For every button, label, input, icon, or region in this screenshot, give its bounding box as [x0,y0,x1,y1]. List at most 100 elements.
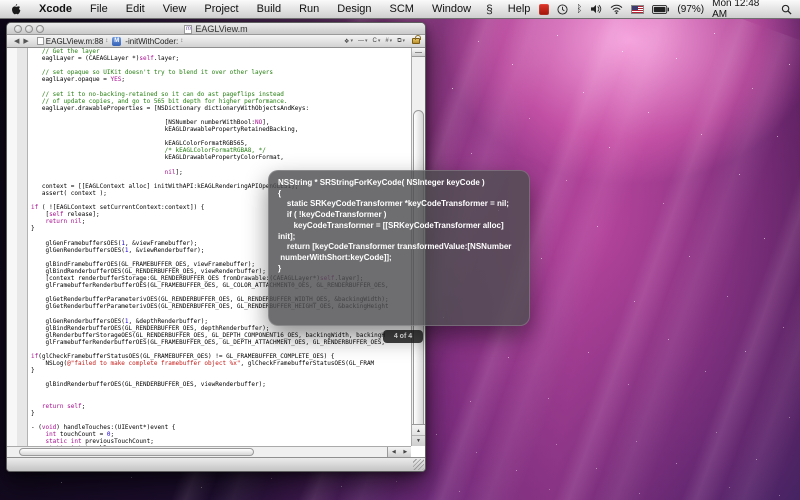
code-line [31,62,411,69]
scroll-right-arrow[interactable]: ▶ [403,449,407,455]
menu-item-window[interactable]: Window [423,0,480,18]
spotlight-icon[interactable] [781,4,792,15]
code-line [31,112,411,119]
menu-item-project[interactable]: Project [195,0,247,18]
file-popup-label: EAGLView.m:88 [46,37,104,46]
menu-item-scm[interactable]: SCM [381,0,423,18]
file-icon [37,37,44,45]
code-line: // set opaque so UIKit doesn't try to bl… [31,69,411,76]
desktop: XcodeFileEditViewProjectBuildRunDesignSC… [0,0,800,500]
code-line: eaglLayer = (CAEAGLLayer *)self.layer; [31,55,411,62]
menu-item-help[interactable]: Help [499,0,540,18]
symbol-popup-label: -initWithCoder: [125,37,178,46]
editor-nav-bar: ◀ ▶ EAGLView.m:88 ↕ M -initWithCoder: ↕ … [7,35,425,48]
counterpart-button[interactable]: ⧉▾ [397,38,405,45]
horizontal-scroll-thumb[interactable] [19,448,254,456]
red-app-menu-icon[interactable] [539,4,549,15]
scroll-left-arrow[interactable]: ◀ [392,449,396,455]
apple-icon [10,3,21,16]
menu-clock[interactable]: Mon 12:48 AM [712,0,773,20]
bookmarks-button[interactable]: ❖▾ [344,38,353,45]
code-line [31,83,411,90]
find-count-badge: 4 of 4 [383,330,423,343]
code-line: /* kEAGLColorFormatRGBA8, */ [31,147,411,154]
code-line: glBindRenderbufferOES(GL_RENDERBUFFER_OE… [31,381,411,388]
volume-menu-icon[interactable] [590,4,602,14]
code-overlay-panel: NSString * SRStringForKeyCode( NSInteger… [268,170,530,326]
overlay-code-line: return [keyCodeTransformer transformedVa… [278,242,520,253]
code-line [31,162,411,169]
code-line: } [31,367,411,374]
code-line: // Get the layer [31,48,411,55]
code-line: kEAGLDrawablePropertyRetainedBacking, [31,126,411,133]
overlay-code-line: numberWithShort:keyCode]]; [278,253,520,264]
nav-toolbar: ❖▾ —▾ C▾ #▾ ⧉▾ [344,38,422,45]
code-line [31,133,411,140]
code-line [31,346,411,353]
horizontal-scrollbar[interactable]: ◀ ▶ [7,446,411,457]
battery-icon[interactable] [652,5,669,14]
breakpoints-button[interactable]: —▾ [358,38,368,44]
clock-menu-icon[interactable] [557,4,568,15]
overlay-code-line: if ( !keyCodeTransformer ) [278,210,520,221]
menu-item-view[interactable]: View [154,0,196,18]
forward-button[interactable]: ▶ [23,37,28,45]
menu-item-build[interactable]: Build [248,0,290,18]
code-line: glFramebufferRenderbufferOES(GL_FRAMEBUF… [31,339,411,346]
menu-items: XcodeFileEditViewProjectBuildRunDesignSC… [30,0,539,18]
code-line: return self; [31,403,411,410]
code-line: eaglLayer.opaque = YES; [31,76,411,83]
code-line: kEAGLDrawablePropertyColorFormat, [31,154,411,161]
battery-percent: (97%) [677,4,704,15]
popup-arrows-icon: ↕ [105,38,108,44]
menu-item-xcode[interactable]: Xcode [30,0,81,18]
code-line [31,417,411,424]
symbol-popup[interactable]: -initWithCoder: ↕ [121,37,187,46]
menu-item-design[interactable]: Design [328,0,380,18]
menu-bar: XcodeFileEditViewProjectBuildRunDesignSC… [0,0,800,19]
horizontal-scroll-arrows: ◀ ▶ [387,447,411,457]
script-menu-icon[interactable]: § [480,0,499,18]
history-arrows: ◀ ▶ [10,37,33,45]
code-line: glRenderbufferStorageOES(GL_RENDERBUFFER… [31,332,411,339]
code-line: // set it to no-backing-retained so it c… [31,91,411,98]
file-popup[interactable]: EAGLView.m:88 ↕ [33,37,113,46]
code-line: static int previousTouchCount; [31,438,411,445]
wifi-menu-icon[interactable] [610,4,623,14]
menu-item-edit[interactable]: Edit [117,0,154,18]
apple-menu[interactable] [0,3,30,16]
menu-item-file[interactable]: File [81,0,117,18]
overlay-code-line: keyCodeTransformer = [[SRKeyCodeTransfor… [278,221,520,242]
split-editor-button[interactable] [412,48,425,57]
overlay-code-line: } [278,264,520,275]
vertical-scroll-arrows: ▲ ▼ [412,424,425,446]
includes-button[interactable]: #▾ [385,38,392,44]
code-line [31,374,411,381]
code-line: if(glCheckFramebufferStatusOES(GL_FRAMEB… [31,353,411,360]
scroll-down-arrow[interactable]: ▼ [412,435,425,446]
code-line: kEAGLColorFormatRGB565, [31,140,411,147]
code-line: eaglLayer.drawableProperties = [NSDictio… [31,105,411,112]
overlay-code-line: static SRKeyCodeTransformer *keyCodeTran… [278,199,520,210]
popup-arrows-icon: ↕ [180,38,183,44]
code-line: [NSNumber numberWithBool:NO], [31,119,411,126]
resize-grip[interactable] [413,459,424,470]
menu-item-run[interactable]: Run [290,0,328,18]
overlay-code-line: { [278,189,520,200]
window-title-bar[interactable]: m EAGLView.m [7,23,425,35]
class-browser-button[interactable]: C▾ [372,38,380,44]
method-badge-icon: M [112,37,121,46]
code-line: - (void) handleTouches:(UIEvent*)event { [31,424,411,431]
window-title-text: EAGLView.m [195,24,247,34]
window-status-bar [7,457,425,471]
back-button[interactable]: ◀ [14,37,19,45]
lock-icon[interactable] [412,38,420,44]
code-line: // of update copies, and go to 565 bit d… [31,98,411,105]
document-icon: m [184,25,192,34]
window-title: m EAGLView.m [7,23,425,35]
input-language-flag-icon[interactable] [631,5,644,14]
code-line: NSLog(@"failed to make complete framebuf… [31,360,411,367]
bluetooth-menu-icon[interactable]: ᛒ [576,4,582,15]
code-line: } [31,410,411,417]
menu-status-area: ᛒ (97%) Mon 12:48 AM [539,0,800,18]
